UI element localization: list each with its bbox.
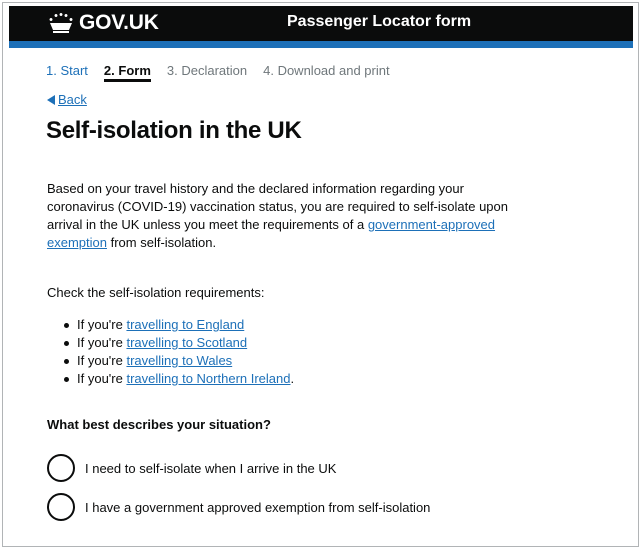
- radio-circle[interactable]: [47, 454, 75, 482]
- step-start[interactable]: 1. Start: [46, 63, 88, 82]
- england-link[interactable]: travelling to England: [126, 316, 244, 334]
- service-name[interactable]: Passenger Locator form: [287, 13, 471, 31]
- list-item-suffix: .: [290, 371, 295, 386]
- site-header: GOV.UK Passenger Locator form: [9, 6, 633, 41]
- bullet-icon: [64, 358, 69, 364]
- bullet-icon: [64, 376, 69, 382]
- radio-label[interactable]: I have a government approved exemption f…: [85, 500, 430, 515]
- govuk-logo[interactable]: GOV.UK: [48, 11, 159, 35]
- logo-text: GOV.UK: [79, 11, 159, 34]
- list-item: If you're travelling to Scotland: [47, 334, 294, 352]
- bullet-icon: [64, 340, 69, 346]
- list-item-prefix: If you're: [77, 371, 127, 386]
- step-form: 2. Form: [103, 63, 151, 82]
- situation-question: What best describes your situation?: [47, 417, 271, 432]
- list-item-prefix: If you're: [77, 317, 127, 332]
- radio-label[interactable]: I need to self-isolate when I arrive in …: [85, 461, 336, 476]
- intro-paragraph: Based on your travel history and the dec…: [47, 180, 527, 252]
- back-link-label: Back: [58, 92, 87, 107]
- list-item: If you're travelling to England: [47, 316, 294, 334]
- back-link[interactable]: Back: [47, 92, 87, 107]
- list-item: If you're travelling to Northern Ireland…: [47, 370, 294, 388]
- check-requirements-text: Check the self-isolation requirements:: [47, 285, 265, 300]
- list-item-prefix: If you're: [77, 335, 127, 350]
- step-download-and-print: 4. Download and print: [263, 63, 390, 78]
- requirements-list: If you're travelling to England If you'r…: [47, 316, 294, 388]
- page-title: Self-isolation in the UK: [46, 117, 302, 144]
- radio-need-to-self-isolate[interactable]: I need to self-isolate when I arrive in …: [47, 454, 336, 482]
- header-accent-bar: [9, 41, 633, 48]
- step-navigation: 1. Start 2. Form 3. Declaration 4. Downl…: [46, 63, 406, 82]
- list-item: If you're travelling to Wales: [47, 352, 294, 370]
- crown-icon: [49, 13, 73, 33]
- step-declaration: 3. Declaration: [166, 63, 248, 78]
- radio-have-exemption[interactable]: I have a government approved exemption f…: [47, 493, 430, 521]
- wales-link[interactable]: travelling to Wales: [126, 352, 232, 370]
- bullet-icon: [64, 322, 69, 328]
- radio-circle[interactable]: [47, 493, 75, 521]
- intro-text-after: from self-isolation.: [106, 235, 217, 250]
- scotland-link[interactable]: travelling to Scotland: [126, 334, 247, 352]
- back-triangle-icon: [47, 94, 55, 105]
- list-item-prefix: If you're: [77, 353, 127, 368]
- northern-ireland-link[interactable]: travelling to Northern Ireland: [126, 370, 290, 388]
